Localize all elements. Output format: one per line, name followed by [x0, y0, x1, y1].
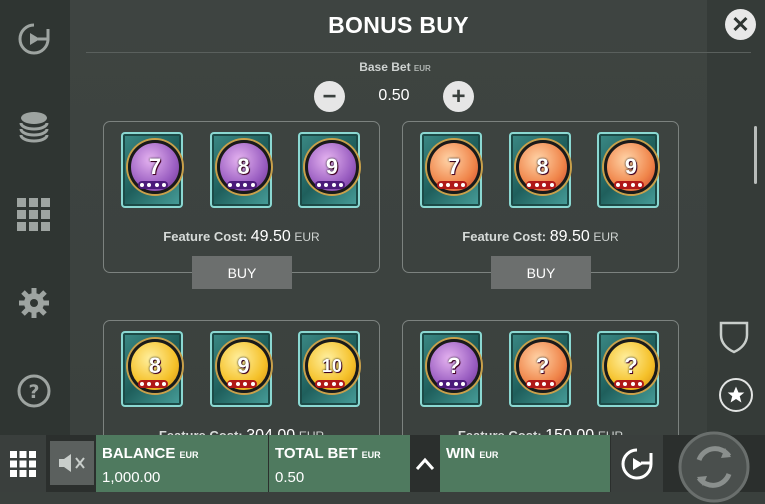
- feature-cost-amount: 89.50: [549, 228, 590, 245]
- spin-button[interactable]: [663, 431, 765, 503]
- symbol-tile: 8: [209, 130, 275, 210]
- win-unit: EUR: [479, 450, 499, 460]
- symbol-tile: 9: [297, 130, 363, 210]
- total-bet-label: TOTAL BET: [275, 445, 358, 462]
- symbol-tile: ?: [596, 329, 662, 409]
- balance-value: 1,000.00: [102, 469, 161, 486]
- symbol-tile: 8: [120, 329, 186, 409]
- symbol-tile: ?: [419, 329, 485, 409]
- symbol-tile: 7: [120, 130, 186, 210]
- balance-label: BALANCE: [102, 445, 176, 462]
- win-panel: WIN EUR: [440, 435, 610, 492]
- base-bet-decrease-button[interactable]: −: [314, 81, 345, 112]
- minus-icon: −: [322, 82, 337, 110]
- balance-unit: EUR: [179, 450, 199, 460]
- base-bet-label: Base Bet EUR: [0, 60, 765, 74]
- close-button[interactable]: ✕: [725, 9, 756, 40]
- feature-cost-label: Feature Cost:: [163, 229, 248, 244]
- grid-icon: [10, 450, 36, 477]
- mute-icon: [59, 454, 85, 472]
- shield-icon[interactable]: [718, 320, 750, 359]
- total-bet-unit: EUR: [361, 450, 381, 460]
- svg-text:?: ?: [28, 381, 39, 403]
- scrollbar-thumb[interactable]: [754, 126, 757, 184]
- win-label: WIN: [446, 445, 476, 462]
- balance-panel: BALANCE EUR 1,000.00: [96, 435, 268, 492]
- menu-button[interactable]: [0, 435, 46, 492]
- bonus-card-2: 7 8 9 Feature Cost: 89.50 EUR BUY: [402, 121, 679, 289]
- help-icon[interactable]: ?: [15, 372, 53, 410]
- spin-icon: [678, 431, 750, 503]
- dialog-title: BONUS BUY: [328, 12, 469, 38]
- symbol-tile: ?: [508, 329, 574, 409]
- symbol-tile: 7: [419, 130, 485, 210]
- buy-button[interactable]: BUY: [491, 256, 591, 289]
- base-bet-label-text: Base Bet: [359, 60, 411, 74]
- title-divider: [86, 52, 751, 53]
- feature-cost: Feature Cost: 49.50 EUR: [104, 228, 379, 246]
- symbol-tile: 9: [209, 329, 275, 409]
- bet-expand-button[interactable]: [410, 435, 440, 492]
- settings-gear-icon[interactable]: [15, 284, 53, 322]
- bonus-card-3: 8 9 10 Feature Cost: 304.00 EUR: [103, 320, 380, 452]
- autoplay-icon: [621, 448, 653, 479]
- base-bet-value: 0.50: [378, 87, 410, 104]
- total-bet-value: 0.50: [275, 469, 305, 486]
- sound-toggle-button[interactable]: [50, 441, 94, 485]
- grid-menu-icon[interactable]: [15, 196, 53, 234]
- bonus-card-1: 7 8 9 Feature Cost: 49.50 EUR BUY: [103, 121, 380, 289]
- symbol-tile: 10: [297, 329, 363, 409]
- feature-cost-amount: 49.50: [250, 228, 291, 245]
- autoplay-button[interactable]: [611, 435, 663, 492]
- feature-cost: Feature Cost: 89.50 EUR: [403, 228, 678, 246]
- base-bet-increase-button[interactable]: +: [443, 81, 474, 112]
- bonus-card-4: ? ? ? Feature Cost: 150.00 EUR: [402, 320, 679, 452]
- symbol-tile: 9: [596, 130, 662, 210]
- favorite-star-icon[interactable]: [719, 378, 753, 412]
- symbol-tile: 8: [508, 130, 574, 210]
- feature-cost-currency: EUR: [294, 230, 320, 244]
- base-bet-unit: EUR: [413, 64, 431, 73]
- buy-button[interactable]: BUY: [192, 256, 292, 289]
- plus-icon: +: [451, 82, 466, 110]
- coins-icon[interactable]: [15, 107, 53, 145]
- feature-cost-currency: EUR: [593, 230, 619, 244]
- close-icon: ✕: [731, 11, 750, 37]
- bottom-bar: BALANCE EUR 1,000.00 TOTAL BET EUR 0.50 …: [0, 431, 765, 503]
- feature-cost-label: Feature Cost:: [462, 229, 547, 244]
- total-bet-panel[interactable]: TOTAL BET EUR 0.50: [268, 435, 411, 492]
- chevron-up-icon: [415, 457, 435, 470]
